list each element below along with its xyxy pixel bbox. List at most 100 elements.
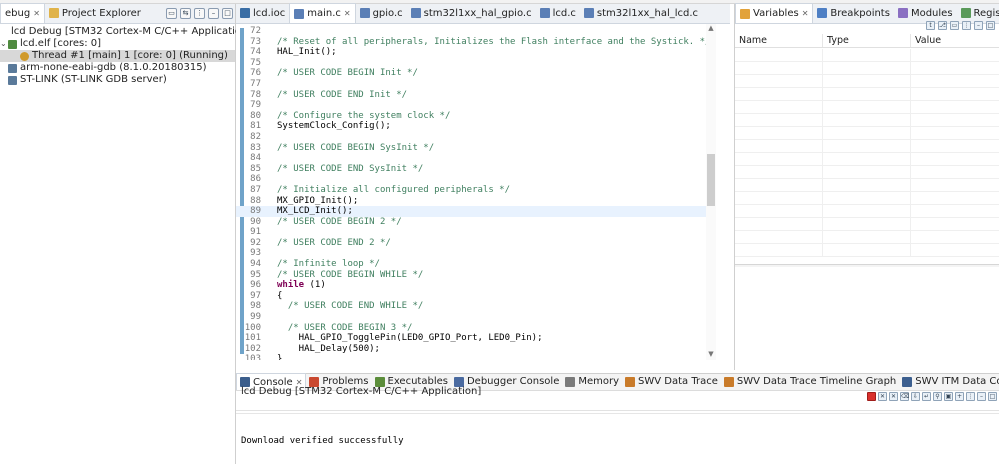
code-line[interactable]: 76 /* USER CODE BEGIN Init */ [236,68,714,79]
close-icon[interactable]: ✕ [33,9,40,18]
tree-item[interactable]: lcd Debug [STM32 Cortex-M C/C++ Applicat… [0,26,251,38]
tree-item[interactable]: ST-LINK (ST-LINK GDB server) [0,74,235,86]
code-line[interactable]: 75 [236,58,714,69]
code-line[interactable]: 82 [236,132,714,143]
tab-modules[interactable]: Modules [894,3,957,23]
code-line[interactable]: 90 /* USER CODE BEGIN 2 */ [236,217,714,228]
code-line[interactable]: 95 /* USER CODE BEGIN WHILE */ [236,270,714,281]
code-line[interactable]: 73 /* Reset of all peripherals, Initializ… [236,37,714,48]
code-line[interactable]: 100 /* USER CODE BEGIN 3 */ [236,323,714,334]
code-line[interactable]: 84 [236,153,714,164]
terminate-icon[interactable] [867,392,876,401]
overview-ruler[interactable] [722,24,730,360]
tree-item[interactable]: arm-none-eabi-gdb (8.1.0.20180315) [0,62,235,74]
remove-launch-icon[interactable]: ✕ [878,392,887,401]
console-separator [236,413,999,414]
elf-icon [8,39,17,49]
folder-icon [48,8,59,18]
minimize-icon[interactable]: – [974,21,983,30]
code-line[interactable]: 81 SystemClock_Config(); [236,121,714,132]
code-line[interactable]: 80 /* Configure the system clock */ [236,111,714,122]
code-line[interactable]: 97 { [236,291,714,302]
code-line[interactable]: 96 while (1) [236,280,714,291]
code-line[interactable]: 86 [236,174,714,185]
variables-detail-sash[interactable] [735,264,999,267]
code-line[interactable]: 102 HAL_Delay(500); [236,344,714,355]
chevron-down-icon[interactable]: ⌄ [0,38,8,50]
code-line[interactable]: 101 HAL_GPIO_TogglePin(LED0_GPIO_Port, L… [236,333,714,344]
code-line[interactable]: 98 /* USER CODE END WHILE */ [236,301,714,312]
view-menu-icon[interactable]: ⋮ [962,21,971,30]
code-line[interactable]: 72 [236,26,714,37]
code-line[interactable]: 85 /* USER CODE END SysInit */ [236,164,714,175]
tab-main-c[interactable]: main.c ✕ [289,3,356,23]
editor-vertical-scrollbar[interactable]: ▲ ▼ [706,24,716,360]
code-line[interactable]: 79 [236,100,714,111]
tab-lcd-ioc[interactable]: lcd.ioc [236,3,289,23]
tab-swv-itm-data-console[interactable]: SWV ITM Data Console [899,373,999,390]
link-editor-icon[interactable]: ⇆ [180,8,191,19]
open-console-icon[interactable]: + [955,392,964,401]
tab-variables[interactable]: Variables ✕ [735,3,814,23]
pin-console-icon[interactable]: ⚲ [933,392,942,401]
show-type-names-icon[interactable]: t [926,21,935,30]
display-console-icon[interactable]: ▣ [944,392,953,401]
code-line[interactable]: 93 [236,248,714,259]
clear-console-icon[interactable]: ⌫ [900,392,909,401]
code-area[interactable]: 72 73 /* Reset of all peripherals, Initial… [236,24,730,360]
tab-lcd-c[interactable]: lcd.c [536,3,580,23]
code-line[interactable]: 89 MX_LCD_Init(); [236,206,714,217]
code-line[interactable]: 77 [236,79,714,90]
table-cell [735,166,823,179]
code-line[interactable]: 78 /* USER CODE END Init */ [236,90,714,101]
view-menu-icon[interactable]: ⋮ [194,8,205,19]
column-type[interactable]: Type [823,34,911,47]
scrollbar-thumb[interactable] [707,154,715,206]
tab-swv-data-trace-timeline-graph[interactable]: SWV Data Trace Timeline Graph [721,373,899,390]
maximize-icon[interactable]: □ [222,8,233,19]
code-line[interactable]: 88 MX_GPIO_Init(); [236,196,714,207]
tab-gpio-c[interactable]: gpio.c [356,3,407,23]
tab-registers[interactable]: Registers [957,3,999,23]
code-line[interactable]: 99 [236,312,714,323]
line-number: 77 [250,78,261,89]
tab-memory[interactable]: Memory [562,373,622,390]
code-line[interactable]: 91 [236,227,714,238]
remove-all-icon[interactable]: ✕ [889,392,898,401]
collapse-all-icon[interactable]: ▭ [166,8,177,19]
minimize-icon[interactable]: – [208,8,219,19]
scroll-down-icon[interactable]: ▼ [706,350,716,360]
scroll-lock-icon[interactable]: ⇩ [911,392,920,401]
tab-project-explorer[interactable]: Project Explorer [45,3,145,23]
tree-item[interactable]: Thread #1 [main] 1 [core: 0] (Running) [0,50,235,62]
code-line[interactable]: 83 /* USER CODE BEGIN SysInit */ [236,143,714,154]
code-text: while (1) [277,280,326,291]
code-line[interactable]: 103} [236,354,714,360]
tab-stm32l1xx-hal-gpio-c[interactable]: stm32l1xx_hal_gpio.c [407,3,536,23]
console-output[interactable]: Download verified successfully [241,436,404,446]
column-value[interactable]: Value [911,34,999,47]
tab-swv-data-trace[interactable]: SWV Data Trace [622,373,721,390]
code-line[interactable]: 92 /* USER CODE END 2 */ [236,238,714,249]
collapse-all-icon[interactable]: ▭ [950,21,959,30]
line-number: 102 [244,343,261,354]
tab-stm32l1xx-hal-lcd-c[interactable]: stm32l1xx_hal_lcd.c [580,3,702,23]
maximize-icon[interactable]: □ [988,392,997,401]
code-line[interactable]: 74 HAL_Init(); [236,47,714,58]
maximize-icon[interactable]: □ [986,21,995,30]
close-icon[interactable]: ✕ [802,9,809,18]
code-text: /* Infinite loop */ [277,259,380,270]
tab-debug[interactable]: ebug ✕ [0,3,45,23]
tree-item[interactable]: ⌄ lcd.elf [cores: 0] [0,38,235,50]
column-name[interactable]: Name [735,34,823,47]
close-icon[interactable]: ✕ [344,9,351,18]
minimize-icon[interactable]: – [977,392,986,401]
view-menu-icon[interactable]: ⋮ [966,392,975,401]
word-wrap-icon[interactable]: ↵ [922,392,931,401]
show-logical-structure-icon[interactable]: ⎇ [938,21,947,30]
scroll-up-icon[interactable]: ▲ [706,24,716,34]
code-line[interactable]: 87 /* Initialize all configured periphera… [236,185,714,196]
tab-breakpoints[interactable]: Breakpoints [813,3,894,23]
table-cell [823,62,911,75]
code-line[interactable]: 94 /* Infinite loop */ [236,259,714,270]
